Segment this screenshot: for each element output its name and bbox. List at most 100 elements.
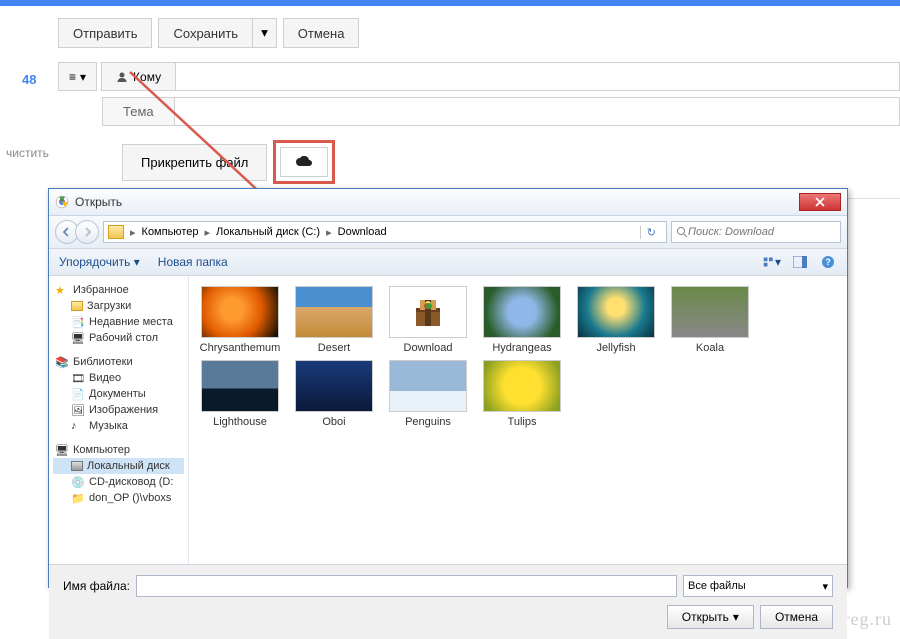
dialog-footer: Имя файла: Все файлы▾ Открыть ▾ Отмена — [49, 564, 847, 639]
tree-item-music[interactable]: ♪Музыка — [53, 418, 184, 434]
recipient-row: ≡ ▾ Кому — [58, 62, 900, 91]
tree-computer-head[interactable]: 🖥Компьютер — [53, 442, 184, 458]
dialog-titlebar: Открыть — [49, 189, 847, 216]
tree-item-local-disk[interactable]: Локальный диск — [53, 458, 184, 474]
tree-favorites-head[interactable]: ★Избранное — [53, 282, 184, 298]
chevron-down-icon: ▾ — [822, 580, 828, 593]
folder-icon — [71, 301, 83, 311]
file-item[interactable]: Penguins — [387, 360, 469, 428]
file-item[interactable]: Hydrangeas — [481, 286, 563, 354]
dialog-cancel-button[interactable]: Отмена — [760, 605, 833, 629]
highlight-box — [273, 140, 335, 184]
tree-item-documents[interactable]: 📄Документы — [53, 386, 184, 402]
thumbnail — [201, 286, 279, 338]
recipient-input[interactable] — [176, 62, 900, 91]
chevron-right-icon: ▸ — [324, 226, 334, 239]
view-mode-button[interactable]: ▾ — [763, 254, 781, 270]
tree-libraries-head[interactable]: 📚Библиотеки — [53, 354, 184, 370]
tree-item-images[interactable]: 🖼Изображения — [53, 402, 184, 418]
thumbnail — [295, 286, 373, 338]
tree-item-downloads[interactable]: Загрузки — [53, 298, 184, 314]
breadcrumb-segment[interactable]: Компьютер — [138, 226, 203, 238]
cloud-attach-button[interactable] — [280, 147, 328, 177]
search-input[interactable] — [688, 226, 836, 238]
organize-menu[interactable]: Упорядочить ▾ — [59, 255, 140, 269]
library-icon: 📚 — [55, 356, 69, 368]
refresh-button[interactable]: ↻ — [640, 226, 662, 239]
file-item[interactable]: Oboi — [293, 360, 375, 428]
desktop-icon: 🖥 — [71, 332, 85, 344]
tree-item-network[interactable]: 📁don_OP ()\vboxs — [53, 490, 184, 506]
breadcrumb-bar[interactable]: ▸ Компьютер ▸ Локальный диск (C:) ▸ Down… — [103, 221, 667, 243]
svg-text:?: ? — [825, 257, 831, 267]
subject-input[interactable] — [175, 97, 900, 126]
cd-icon: 💿 — [71, 476, 85, 488]
file-item[interactable]: Jellyfish — [575, 286, 657, 354]
file-name-label: Oboi — [293, 416, 375, 428]
thumbnail — [295, 360, 373, 412]
save-button[interactable]: Сохранить — [158, 18, 252, 48]
filename-input[interactable] — [136, 575, 677, 597]
compose-toolbar: Отправить Сохранить ▾ Отмена — [58, 18, 900, 48]
star-icon: ★ — [55, 284, 69, 296]
recent-icon: 📑 — [71, 316, 85, 328]
help-button[interactable]: ? — [819, 254, 837, 270]
search-icon — [676, 226, 688, 238]
clear-link[interactable]: чистить — [0, 142, 55, 164]
disk-icon — [71, 461, 83, 471]
dialog-body: ★Избранное Загрузки 📑Недавние места 🖥Раб… — [49, 276, 847, 564]
tree-item-recent[interactable]: 📑Недавние места — [53, 314, 184, 330]
file-name-label: Desert — [293, 342, 375, 354]
arrow-right-icon — [82, 227, 92, 237]
file-item[interactable]: Lighthouse — [199, 360, 281, 428]
file-item[interactable]: Desert — [293, 286, 375, 354]
unread-count-badge: 48 — [22, 72, 36, 87]
breadcrumb-segment[interactable]: Download — [334, 226, 391, 238]
file-grid: Chrysanthemum Desert Download Hydrangeas… — [189, 276, 847, 564]
options-menu-button[interactable]: ≡ ▾ — [58, 62, 97, 91]
cancel-button[interactable]: Отмена — [283, 18, 360, 48]
tree-item-cd-drive[interactable]: 💿CD-дисковод (D: — [53, 474, 184, 490]
cloud-icon — [295, 156, 313, 168]
file-name-label: Lighthouse — [199, 416, 281, 428]
dialog-nav-bar: ▸ Компьютер ▸ Локальный диск (C:) ▸ Down… — [49, 216, 847, 249]
archive-icon — [410, 294, 446, 330]
file-item[interactable]: Download — [387, 286, 469, 354]
tree-item-video[interactable]: 🎞Видео — [53, 370, 184, 386]
to-label: Кому — [133, 70, 161, 84]
chevron-down-icon: ▾ — [733, 610, 739, 624]
video-icon: 🎞 — [71, 372, 85, 384]
tree-item-desktop[interactable]: 🖥Рабочий стол — [53, 330, 184, 346]
thumbnail — [483, 286, 561, 338]
preview-pane-button[interactable] — [791, 254, 809, 270]
thumbnail — [483, 360, 561, 412]
file-type-filter[interactable]: Все файлы▾ — [683, 575, 833, 597]
dialog-close-button[interactable] — [799, 193, 841, 211]
nav-arrows — [55, 220, 99, 244]
thumbnail — [389, 360, 467, 412]
thumbnail — [671, 286, 749, 338]
file-name-label: Download — [387, 342, 469, 354]
file-name-label: Hydrangeas — [481, 342, 563, 354]
save-dropdown-caret[interactable]: ▾ — [252, 18, 277, 48]
chevron-right-icon: ▸ — [128, 226, 138, 239]
nav-forward-button[interactable] — [75, 220, 99, 244]
filename-label: Имя файла: — [63, 579, 130, 593]
file-item[interactable]: Tulips — [481, 360, 563, 428]
file-item[interactable]: Koala — [669, 286, 751, 354]
file-open-dialog: Открыть ▸ Компьютер ▸ Локальный диск (C:… — [48, 188, 848, 588]
music-icon: ♪ — [71, 420, 85, 432]
open-button[interactable]: Открыть ▾ — [667, 605, 754, 629]
folder-icon — [108, 225, 124, 239]
to-field-button[interactable]: Кому — [101, 62, 176, 91]
dialog-toolbar: Упорядочить ▾ Новая папка ▾ ? — [49, 249, 847, 276]
subject-label: Тема — [102, 97, 175, 126]
file-item[interactable]: Chrysanthemum — [199, 286, 281, 354]
new-folder-button[interactable]: Новая папка — [158, 255, 228, 269]
chrome-icon — [55, 195, 69, 209]
attach-file-button[interactable]: Прикрепить файл — [122, 144, 267, 181]
thumbnail — [577, 286, 655, 338]
breadcrumb-segment[interactable]: Локальный диск (C:) — [212, 226, 324, 238]
search-box[interactable] — [671, 221, 841, 243]
send-button[interactable]: Отправить — [58, 18, 152, 48]
